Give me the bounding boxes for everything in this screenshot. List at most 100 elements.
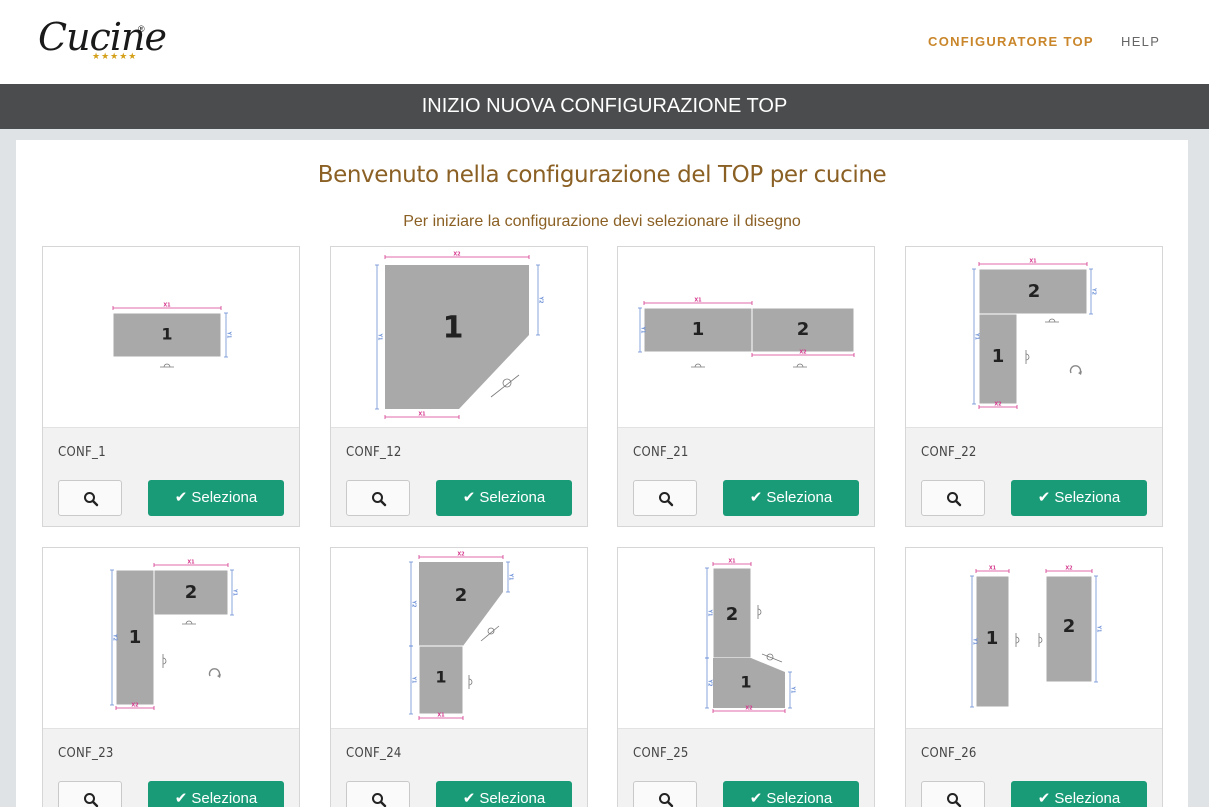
nav-help[interactable]: HELP (1121, 34, 1160, 49)
config-card: 2 1 X2 X1 Y2 Y1 Y1 CONF_24 ✔ Seleziona (330, 547, 588, 807)
diagram-label: X1 (989, 566, 997, 572)
check-icon: ✔ (174, 790, 188, 807)
config-card: 1 2 X1 X2 Y2 Y1 CONF_23 ✔ Seleziona (42, 547, 300, 807)
config-card: 1 X1 Y1 CONF_1 ✔ Seleziona (42, 246, 300, 527)
card-footer: CONF_22 ✔ Seleziona (906, 427, 1162, 526)
card-footer: CONF_1 ✔ Seleziona (43, 427, 299, 526)
zoom-button[interactable] (633, 480, 697, 516)
search-icon (372, 793, 387, 807)
diagram-label: 2 (1063, 616, 1076, 637)
config-drawing[interactable]: 2 1 X2 X1 Y2 Y1 Y1 (331, 548, 587, 728)
config-card: 1 X2 X1 Y1 Y2 CONF_12 ✔ Seleziona (330, 246, 588, 527)
sink-icon (160, 363, 174, 368)
card-footer: CONF_21 ✔ Seleziona (618, 427, 874, 526)
config-drawing[interactable]: 1 2 X1 X2 Y2 Y1 (43, 548, 299, 728)
select-button[interactable]: ✔ Seleziona (1011, 480, 1147, 516)
diagram-label: X2 (1065, 566, 1073, 572)
select-button[interactable]: ✔ Seleziona (1011, 781, 1147, 807)
zoom-button[interactable] (921, 781, 985, 807)
diagram-label: Y1 (707, 608, 713, 617)
config-drawing[interactable]: 1 X2 X1 Y1 Y2 (331, 247, 587, 427)
check-icon: ✔ (174, 489, 188, 506)
sink-icon (1015, 633, 1020, 647)
diagram-label: X1 (418, 412, 426, 418)
page-title: Benvenuto nella configurazione del TOP p… (317, 162, 887, 188)
select-button[interactable]: ✔ Seleziona (723, 480, 859, 516)
diagram-label: 1 (692, 319, 705, 340)
countertop-diagram: 2 1 X1 X2 Y2 Y1 (972, 259, 1097, 409)
diagram-label: Y1 (411, 675, 417, 684)
select-button[interactable]: ✔ Seleziona (723, 781, 859, 807)
config-card: 2 1 X1 X2 Y1 Y2 Y1 CONF_25 ✔ Seleziona (617, 547, 875, 807)
nav-configuratore-top[interactable]: CONFIGURATORE TOP (928, 34, 1094, 49)
config-name: CONF_1 (58, 445, 106, 460)
sink-icon (1045, 318, 1059, 323)
page-banner: INIZIO NUOVA CONFIGURAZIONE TOP (0, 84, 1209, 129)
config-drawing[interactable]: 1 X1 Y1 (43, 247, 299, 427)
config-name: CONF_12 (346, 445, 402, 460)
diagram-label: Y1 (640, 325, 646, 334)
diagram-label: 2 (185, 582, 198, 603)
config-name: CONF_22 (921, 445, 977, 460)
card-footer: CONF_25 ✔ Seleziona (618, 728, 874, 807)
select-button[interactable]: ✔ Seleziona (436, 781, 572, 807)
card-footer: CONF_23 ✔ Seleziona (43, 728, 299, 807)
diagram-label: 1 (129, 627, 142, 648)
diagram-label: Y1 (226, 330, 232, 339)
diagram-label: Y2 (538, 295, 544, 304)
diagram-label: X1 (728, 559, 736, 565)
diagram-label: 1 (443, 311, 464, 346)
diagram-label: Y1 (972, 637, 978, 646)
diagram-label: X1 (437, 713, 445, 719)
diagram-label: Y1 (974, 332, 980, 341)
countertop-diagram: 1 2 X1 X2 Y1 Y1 (970, 566, 1102, 708)
zoom-button[interactable] (58, 480, 122, 516)
diagram-label: X1 (187, 560, 195, 566)
config-drawing[interactable]: 1 2 X1 X2 Y1 Y1 (906, 548, 1162, 728)
select-button[interactable]: ✔ Seleziona (436, 480, 572, 516)
diagram-label: X2 (457, 552, 465, 558)
countertop-diagram: 1 2 X1 X2 Y1 (638, 298, 855, 368)
search-icon (84, 492, 99, 507)
search-icon (659, 492, 674, 507)
diagram-label: 1 (161, 325, 172, 344)
countertop-diagram: 1 2 X1 X2 Y2 Y1 (110, 560, 238, 710)
diagram-label: 2 (797, 319, 810, 340)
card-footer: CONF_24 ✔ Seleziona (331, 728, 587, 807)
select-button-label: Seleziona (1054, 489, 1121, 506)
search-icon (84, 793, 99, 807)
countertop-diagram: 1 X2 X1 Y1 Y2 (375, 252, 544, 419)
diagram-label: Y1 (790, 685, 796, 694)
diagram-label: 1 (435, 668, 446, 687)
select-button-label: Seleziona (191, 790, 258, 807)
select-button-label: Seleziona (479, 790, 546, 807)
countertop-diagram: 2 1 X1 X2 Y1 Y2 Y1 (705, 559, 796, 713)
config-name: CONF_25 (633, 746, 689, 761)
site-logo[interactable]: Cucine ® ★★★★★ (38, 14, 167, 66)
zoom-button[interactable] (346, 480, 410, 516)
config-drawing[interactable]: 1 2 X1 X2 Y1 (618, 247, 874, 427)
check-icon: ✔ (1037, 790, 1051, 807)
zoom-button[interactable] (58, 781, 122, 807)
select-button[interactable]: ✔ Seleziona (148, 781, 284, 807)
config-drawing[interactable]: 2 1 X1 X2 Y1 Y2 Y1 (618, 548, 874, 728)
config-name: CONF_24 (346, 746, 402, 761)
search-icon (372, 492, 387, 507)
diagram-label: X2 (745, 706, 753, 712)
config-drawing[interactable]: 2 1 X1 X2 Y2 Y1 (906, 247, 1162, 427)
diagram-label: X2 (131, 703, 139, 709)
zoom-button[interactable] (921, 480, 985, 516)
config-name: CONF_26 (921, 746, 977, 761)
card-footer: CONF_12 ✔ Seleziona (331, 427, 587, 526)
countertop-diagram: 2 1 X2 X1 Y2 Y1 Y1 (409, 552, 514, 720)
card-footer: CONF_26 ✔ Seleziona (906, 728, 1162, 807)
config-card: 1 2 X1 X2 Y1 CONF_21 ✔ Seleziona (617, 246, 875, 527)
diagram-label: Y1 (1096, 624, 1102, 633)
zoom-button[interactable] (633, 781, 697, 807)
zoom-button[interactable] (346, 781, 410, 807)
banner-title: INIZIO NUOVA CONFIGURAZIONE TOP (421, 95, 788, 117)
select-button[interactable]: ✔ Seleziona (148, 480, 284, 516)
diagram-label: X2 (799, 350, 807, 356)
select-button-label: Seleziona (479, 489, 546, 506)
check-icon: ✔ (1037, 489, 1051, 506)
